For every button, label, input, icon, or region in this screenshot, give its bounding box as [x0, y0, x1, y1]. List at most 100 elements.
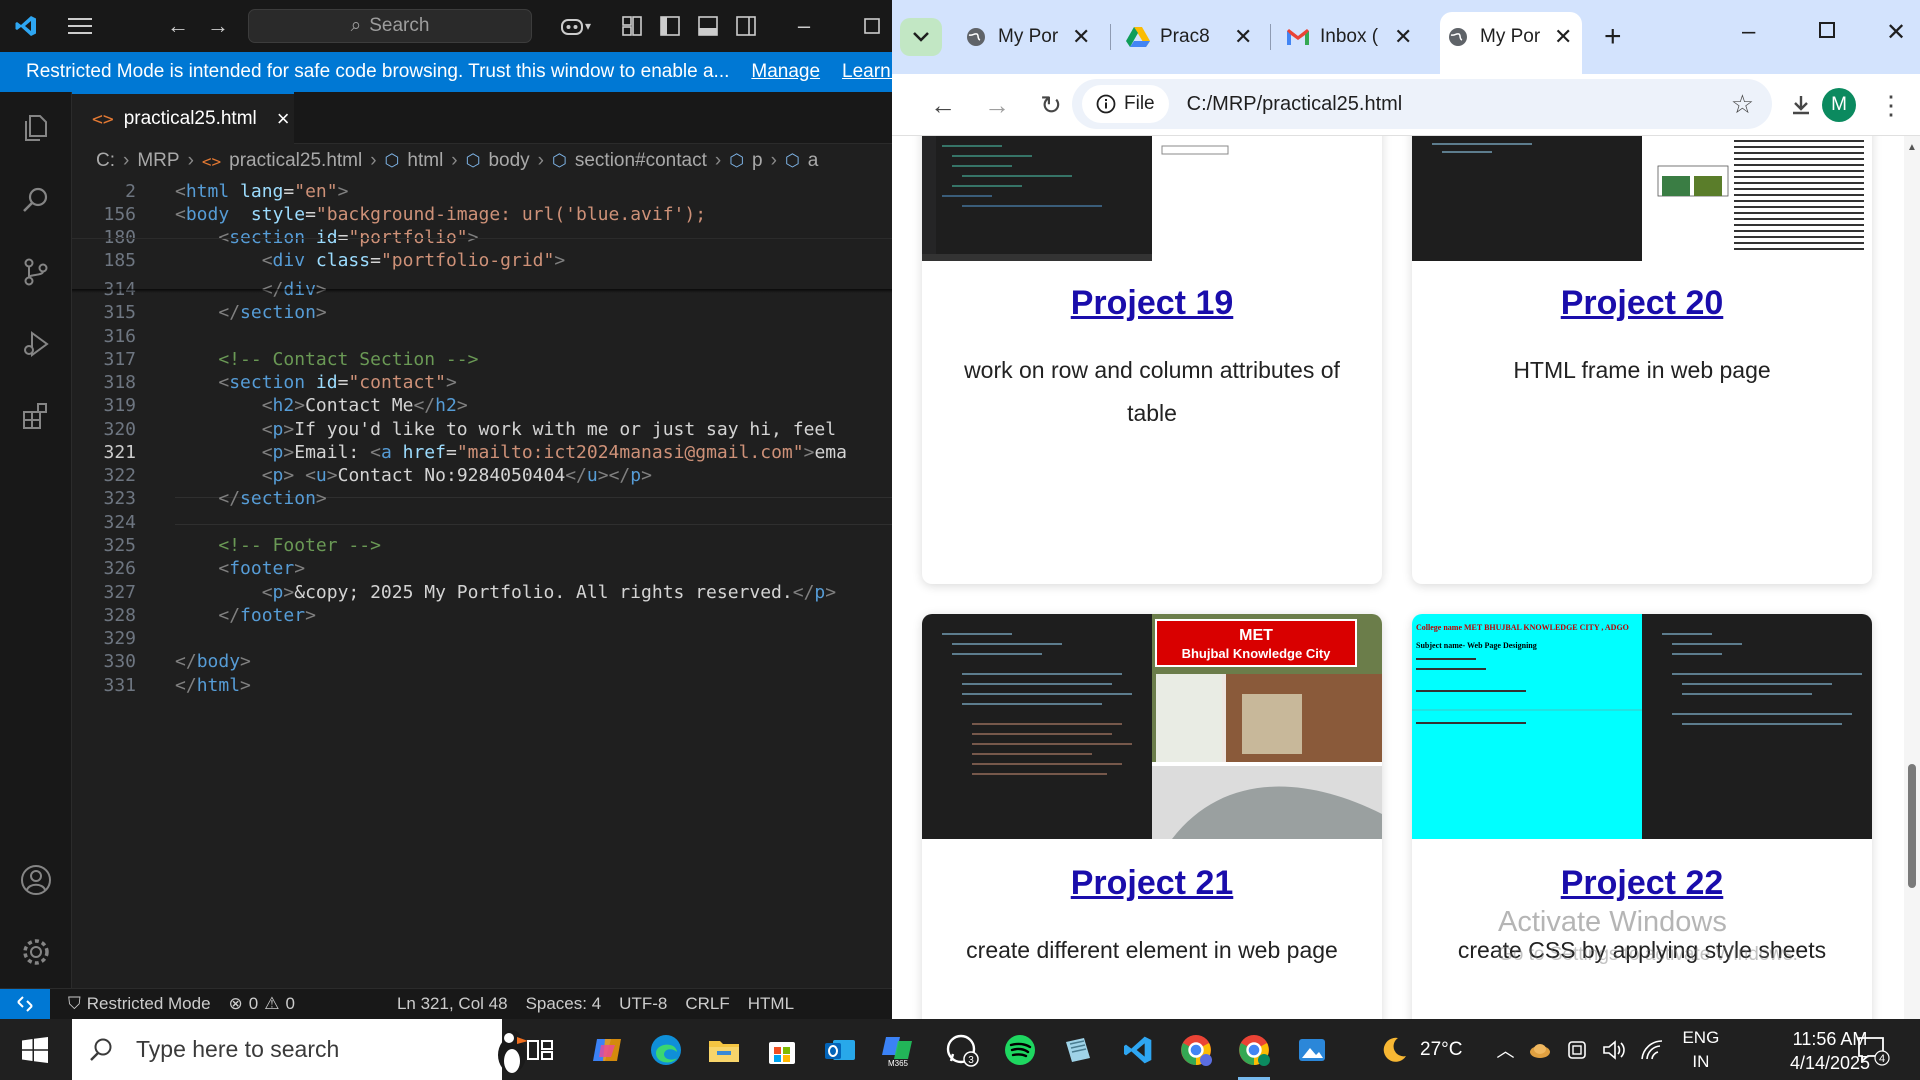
minimize-icon[interactable]: –	[790, 12, 818, 40]
chrome-tab-title: Inbox (	[1320, 26, 1379, 47]
toggle-panel-icon[interactable]	[694, 12, 722, 40]
remote-indicator-icon[interactable]	[0, 988, 50, 1019]
breadcrumb-item[interactable]: MRP	[137, 150, 179, 172]
breadcrumb-item[interactable]: C:	[96, 150, 115, 172]
run-debug-icon[interactable]	[0, 316, 72, 372]
scroll-up-arrow-icon[interactable]: ▲	[1907, 142, 1917, 153]
close-tab-icon[interactable]: ✕	[1234, 24, 1252, 50]
forward-arrow-icon[interactable]: →	[204, 12, 232, 40]
address-bar[interactable]: File C:/MRP/practical25.html ☆	[1072, 79, 1772, 129]
taskbar-search-box[interactable]: Type here to search	[72, 1019, 528, 1080]
device-icon[interactable]	[1566, 1039, 1588, 1061]
toggle-secondary-sidebar-icon[interactable]	[732, 12, 760, 40]
notepad-app-icon[interactable]	[1056, 1028, 1100, 1072]
close-tab-icon[interactable]: ×	[277, 106, 290, 132]
extensions-icon[interactable]	[0, 388, 72, 444]
cloud-app-icon[interactable]	[1528, 1040, 1552, 1060]
forward-arrow-icon[interactable]: →	[978, 86, 1016, 124]
code-line[interactable]: 185 <div class="portfolio-grid">	[72, 247, 892, 275]
windows-start-icon[interactable]	[0, 1019, 70, 1080]
project-title-link[interactable]: Project 21	[922, 864, 1382, 903]
language-mode-status[interactable]: HTML	[748, 994, 794, 1014]
code-line[interactable]: 331 </html>	[72, 672, 892, 700]
manage-link[interactable]: Manage	[751, 61, 820, 83]
breadcrumb-item[interactable]: html	[407, 150, 443, 172]
file-explorer-icon[interactable]	[702, 1028, 746, 1072]
m365-app-icon[interactable]: M365	[876, 1028, 920, 1072]
minimize-icon[interactable]: –	[1742, 18, 1755, 46]
url-text[interactable]: C:/MRP/practical25.html	[1187, 93, 1403, 116]
chrome-tab-3[interactable]: Inbox ( ✕	[1286, 16, 1412, 58]
outlook-icon[interactable]	[818, 1028, 862, 1072]
project-title-link[interactable]: Project 20	[1412, 284, 1872, 323]
settings-gear-icon[interactable]	[0, 924, 72, 980]
code-editor[interactable]: 2 <html lang="en"> 156 <body style="backgro…	[72, 178, 892, 988]
maximize-icon[interactable]	[1818, 18, 1836, 46]
explorer-icon[interactable]	[0, 100, 72, 156]
profile-avatar[interactable]: M	[1822, 88, 1856, 122]
vscode-taskbar-icon[interactable]	[1116, 1028, 1160, 1072]
cursor-position[interactable]: Ln 321, Col 48	[397, 994, 508, 1014]
copilot-app-icon[interactable]	[586, 1028, 630, 1072]
notification-center-icon[interactable]: 4	[1856, 1034, 1890, 1071]
tab-search-chevron-icon[interactable]	[900, 18, 942, 56]
back-arrow-icon[interactable]: ←	[924, 86, 962, 124]
scrollbar-thumb[interactable]	[1908, 764, 1916, 888]
eol-status[interactable]: CRLF	[685, 994, 729, 1014]
breadcrumb-item[interactable]: body	[488, 150, 529, 172]
menu-icon[interactable]	[66, 12, 94, 40]
tab-practical25[interactable]: <> practical25.html ×	[72, 92, 294, 144]
close-tab-icon[interactable]: ✕	[1072, 24, 1090, 50]
edge-browser-icon[interactable]	[644, 1028, 688, 1072]
account-icon[interactable]	[0, 852, 72, 908]
whatsapp-icon[interactable]: 3	[940, 1028, 984, 1072]
breadcrumb-item[interactable]: p	[752, 150, 763, 172]
breadcrumb-item[interactable]: section#contact	[575, 150, 707, 172]
close-tab-icon[interactable]: ✕	[1554, 24, 1572, 50]
command-search[interactable]: ⌕ Search	[248, 9, 532, 43]
copilot-icon[interactable]: ▾	[552, 12, 598, 40]
toggle-sidebar-icon[interactable]	[656, 12, 684, 40]
breadcrumb-item[interactable]: practical25.html	[229, 150, 362, 172]
close-tab-icon[interactable]: ✕	[1394, 24, 1412, 50]
network-icon[interactable]	[1640, 1039, 1664, 1061]
new-tab-plus-icon[interactable]: +	[1604, 20, 1622, 54]
photos-app-icon[interactable]	[1290, 1028, 1334, 1072]
temperature-text[interactable]: 27°C	[1420, 1039, 1462, 1061]
weather-moon-icon[interactable]	[1378, 1034, 1410, 1066]
restricted-mode-status[interactable]: ⛉ Restricted Mode	[68, 994, 211, 1014]
source-control-icon[interactable]	[0, 244, 72, 300]
encoding-status[interactable]: UTF-8	[619, 994, 667, 1014]
microsoft-store-icon[interactable]	[760, 1028, 804, 1072]
site-info-chip[interactable]: File	[1082, 85, 1169, 123]
show-hidden-icons-chevron-icon[interactable]: ︿	[1496, 1037, 1514, 1063]
more-menu-icon[interactable]: ⋮	[1872, 86, 1910, 124]
search-icon[interactable]	[0, 172, 72, 228]
download-icon[interactable]	[1782, 86, 1820, 124]
learn-more-link[interactable]: Learn M	[842, 61, 892, 83]
project-title-link[interactable]: Project 22	[1412, 864, 1872, 903]
project-title-link[interactable]: Project 19	[922, 284, 1382, 323]
chrome-tab-1[interactable]: My Por ✕	[964, 16, 1090, 58]
chrome-tab-2[interactable]: Prac8 ✕	[1126, 16, 1252, 58]
bookmark-star-icon[interactable]: ☆	[1731, 89, 1754, 120]
problems-status[interactable]: ⊗ 0 ⚠ 0	[229, 994, 295, 1014]
maximize-icon[interactable]	[858, 12, 886, 40]
language-indicator[interactable]: ENG IN	[1682, 1026, 1719, 1074]
volume-icon[interactable]	[1602, 1039, 1626, 1061]
close-window-icon[interactable]: ✕	[1886, 18, 1906, 47]
breadcrumb-item[interactable]: a	[808, 150, 819, 172]
task-view-icon[interactable]	[518, 1028, 562, 1072]
layout-customize-icon[interactable]	[618, 12, 646, 40]
code-text: </html>	[175, 675, 251, 696]
chrome-active-icon[interactable]	[1232, 1028, 1276, 1080]
chrome-tab-4[interactable]: My Por ✕	[1446, 16, 1572, 58]
project-card-21: MET Bhujbal Knowledge City Project 21 cr…	[922, 614, 1382, 1019]
indentation-status[interactable]: Spaces: 4	[526, 994, 602, 1014]
web-page-content[interactable]: Project 19 work on row and column attrib…	[892, 136, 1920, 1019]
reload-icon[interactable]: ↻	[1032, 86, 1070, 124]
back-arrow-icon[interactable]: ←	[164, 12, 192, 40]
chrome-profile-icon[interactable]	[1174, 1028, 1218, 1072]
spotify-icon[interactable]	[998, 1028, 1042, 1072]
page-scrollbar[interactable]: ▲	[1904, 136, 1920, 1019]
